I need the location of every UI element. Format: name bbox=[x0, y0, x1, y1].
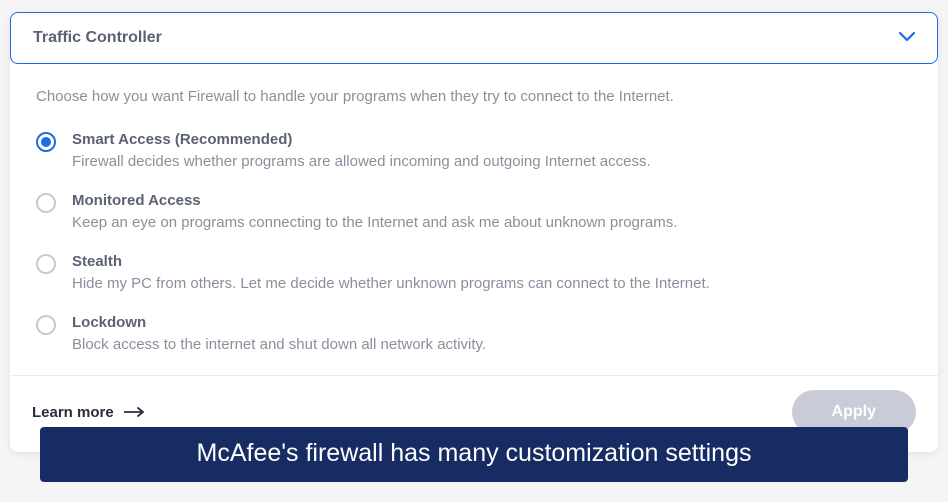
radio-option-list: Smart Access (Recommended) Firewall deci… bbox=[10, 121, 938, 375]
option-description: Firewall decides whether programs are al… bbox=[72, 151, 651, 172]
learn-more-link[interactable]: Learn more bbox=[32, 404, 146, 421]
option-title: Lockdown bbox=[72, 314, 486, 331]
radio-icon bbox=[36, 254, 56, 274]
settings-panel: Traffic Controller Choose how you want F… bbox=[10, 12, 938, 452]
option-description: Hide my PC from others. Let me decide wh… bbox=[72, 273, 710, 294]
option-stealth[interactable]: Stealth Hide my PC from others. Let me d… bbox=[32, 243, 916, 304]
option-title: Stealth bbox=[72, 253, 710, 270]
option-title: Monitored Access bbox=[72, 192, 677, 209]
option-lockdown[interactable]: Lockdown Block access to the internet an… bbox=[32, 304, 916, 365]
section-description: Choose how you want Firewall to handle y… bbox=[10, 64, 938, 121]
option-title: Smart Access (Recommended) bbox=[72, 131, 651, 148]
option-monitored-access[interactable]: Monitored Access Keep an eye on programs… bbox=[32, 182, 916, 243]
arrow-right-icon bbox=[124, 404, 146, 421]
caption-overlay: McAfee's firewall has many customization… bbox=[40, 427, 908, 482]
dropdown-title: Traffic Controller bbox=[33, 29, 162, 47]
radio-icon bbox=[36, 315, 56, 335]
traffic-controller-dropdown[interactable]: Traffic Controller bbox=[10, 12, 938, 64]
option-description: Block access to the internet and shut do… bbox=[72, 334, 486, 355]
option-description: Keep an eye on programs connecting to th… bbox=[72, 212, 677, 233]
radio-icon bbox=[36, 132, 56, 152]
option-smart-access[interactable]: Smart Access (Recommended) Firewall deci… bbox=[32, 121, 916, 182]
learn-more-label: Learn more bbox=[32, 404, 114, 421]
radio-icon bbox=[36, 193, 56, 213]
chevron-down-icon bbox=[899, 29, 915, 47]
